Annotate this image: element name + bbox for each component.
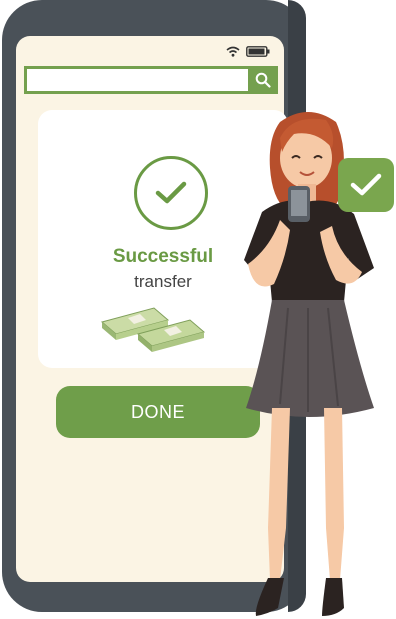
search-bar <box>24 66 278 94</box>
search-input[interactable] <box>27 69 249 91</box>
checkmark-badge-icon <box>338 158 394 212</box>
money-stack-icon <box>100 307 206 352</box>
search-button[interactable] <box>248 66 278 94</box>
battery-icon <box>246 46 270 57</box>
wifi-icon <box>226 46 240 57</box>
status-bar <box>226 46 270 57</box>
checkmark-circle-icon <box>134 156 208 230</box>
search-icon <box>255 72 271 88</box>
